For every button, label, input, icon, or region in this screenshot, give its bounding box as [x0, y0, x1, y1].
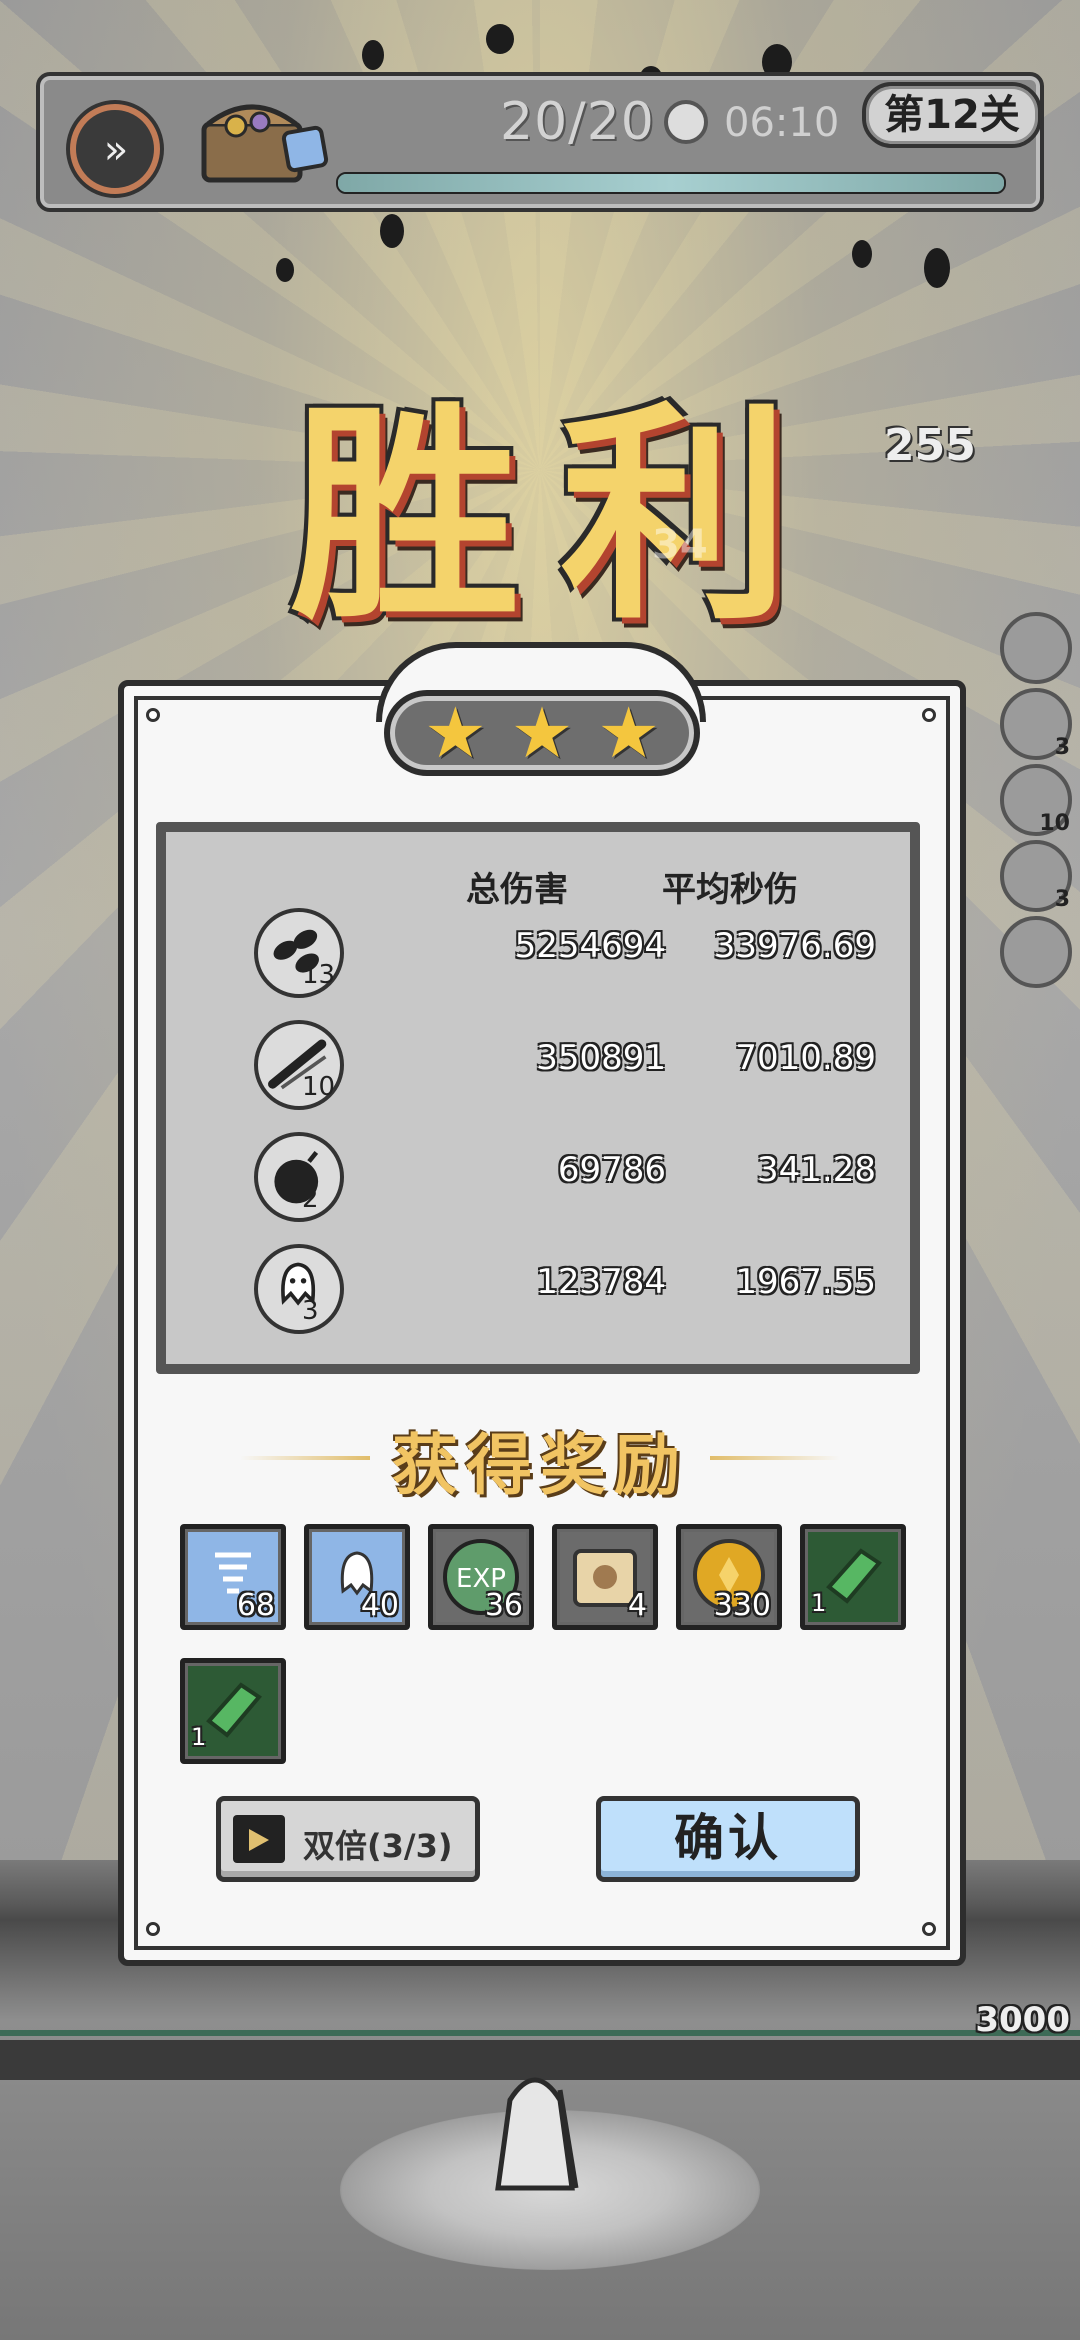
stage-label: 第12关	[862, 82, 1042, 148]
average-dps-value: 7010.89	[735, 1038, 876, 1078]
skill-level: 13	[302, 960, 336, 990]
reward-count: 4	[627, 1588, 647, 1623]
side-skill-slot[interactable]: 10	[1000, 764, 1072, 836]
star-icon: ★	[423, 692, 487, 774]
double-reward-button[interactable]: 双倍(3/3)	[216, 1796, 480, 1882]
base-hp-bar	[0, 2030, 1080, 2036]
panel-rivet	[922, 1922, 936, 1936]
clock-icon	[664, 100, 708, 144]
double-reward-label: 双倍(3/3)	[303, 1827, 453, 1865]
ink-spatter	[486, 24, 514, 54]
average-dps-value: 341.28	[757, 1150, 876, 1190]
side-skill-slot[interactable]: 3	[1000, 688, 1072, 760]
reward-count: 40	[360, 1588, 399, 1623]
total-damage-value: 123784	[536, 1262, 666, 1302]
table-row: 13 5254694 33976.69	[166, 908, 910, 1004]
floating-damage-number: 255	[884, 420, 976, 471]
hero-character-icon	[495, 2077, 579, 2191]
ink-spatter	[380, 214, 404, 248]
reward-item[interactable]: 68	[180, 1524, 286, 1630]
reward-item[interactable]: 1	[180, 1658, 286, 1764]
table-row: 10 350891 7010.89	[166, 1020, 910, 1116]
star-icon: ★	[510, 692, 574, 774]
play-icon	[249, 1829, 269, 1851]
ink-spatter	[852, 240, 872, 268]
total-damage-value: 350891	[536, 1038, 666, 1078]
side-skill-slot-empty	[1000, 916, 1072, 988]
reward-item[interactable]: 1	[800, 1524, 906, 1630]
panel-rivet	[146, 708, 160, 722]
reward-item[interactable]: EXP 36	[428, 1524, 534, 1630]
average-dps-value: 33976.69	[713, 926, 876, 966]
floating-damage-faint: 34	[652, 522, 708, 568]
side-skill-column: 3 10 3	[1000, 612, 1076, 992]
battle-timer: 06:10	[724, 100, 840, 146]
reward-count: 1	[191, 1723, 207, 1751]
reward-item[interactable]: 40	[304, 1524, 410, 1630]
table-row: 2 69786 341.28	[166, 1132, 910, 1228]
damage-stats-table: 总伤害 平均秒伤 13 5254694 33976.69 10 350891 7…	[156, 822, 920, 1374]
victory-title: 胜利	[290, 381, 830, 651]
side-skill-slot[interactable]	[1000, 612, 1072, 684]
confirm-button[interactable]: 确认	[596, 1796, 860, 1882]
reward-count: 330	[713, 1588, 771, 1623]
star-icon: ★	[597, 692, 661, 774]
reward-count: 1	[811, 1589, 827, 1617]
skill-level: 10	[302, 1072, 336, 1102]
total-damage-value: 5254694	[514, 926, 666, 966]
fast-forward-button[interactable]: »	[70, 104, 160, 194]
wave-progress-fill	[338, 174, 1004, 192]
header-average-dps: 平均秒伤	[662, 870, 798, 910]
skill-level: 2	[302, 1184, 319, 1214]
rewards-title: 获得奖励	[392, 1426, 688, 1504]
panel-rivet	[922, 708, 936, 722]
star-rating: ★ ★ ★	[384, 690, 700, 776]
reward-item[interactable]: 4	[552, 1524, 658, 1630]
ink-spatter	[362, 40, 384, 70]
base-hp-value: 3000	[975, 2000, 1070, 2040]
table-row: 3 123784 1967.55	[166, 1244, 910, 1340]
reward-count: 36	[484, 1588, 523, 1623]
total-damage-value: 69786	[557, 1150, 666, 1190]
treasure-chest-icon	[201, 104, 329, 183]
wave-progress-bar	[336, 172, 1006, 194]
average-dps-value: 1967.55	[735, 1262, 876, 1302]
skill-level: 3	[302, 1296, 319, 1326]
reward-item[interactable]: 330	[676, 1524, 782, 1630]
ghost-skill-icon	[254, 1244, 344, 1334]
bomb-skill-icon	[254, 1132, 344, 1222]
reward-count: 68	[236, 1588, 275, 1623]
ink-spatter	[924, 248, 950, 288]
ink-spatter	[276, 258, 294, 282]
fast-forward-icon: »	[103, 127, 129, 173]
wave-counter: 20/20	[500, 92, 655, 152]
side-skill-slot[interactable]: 3	[1000, 840, 1072, 912]
panel-rivet	[146, 1922, 160, 1936]
header-total-damage: 总伤害	[466, 870, 568, 910]
